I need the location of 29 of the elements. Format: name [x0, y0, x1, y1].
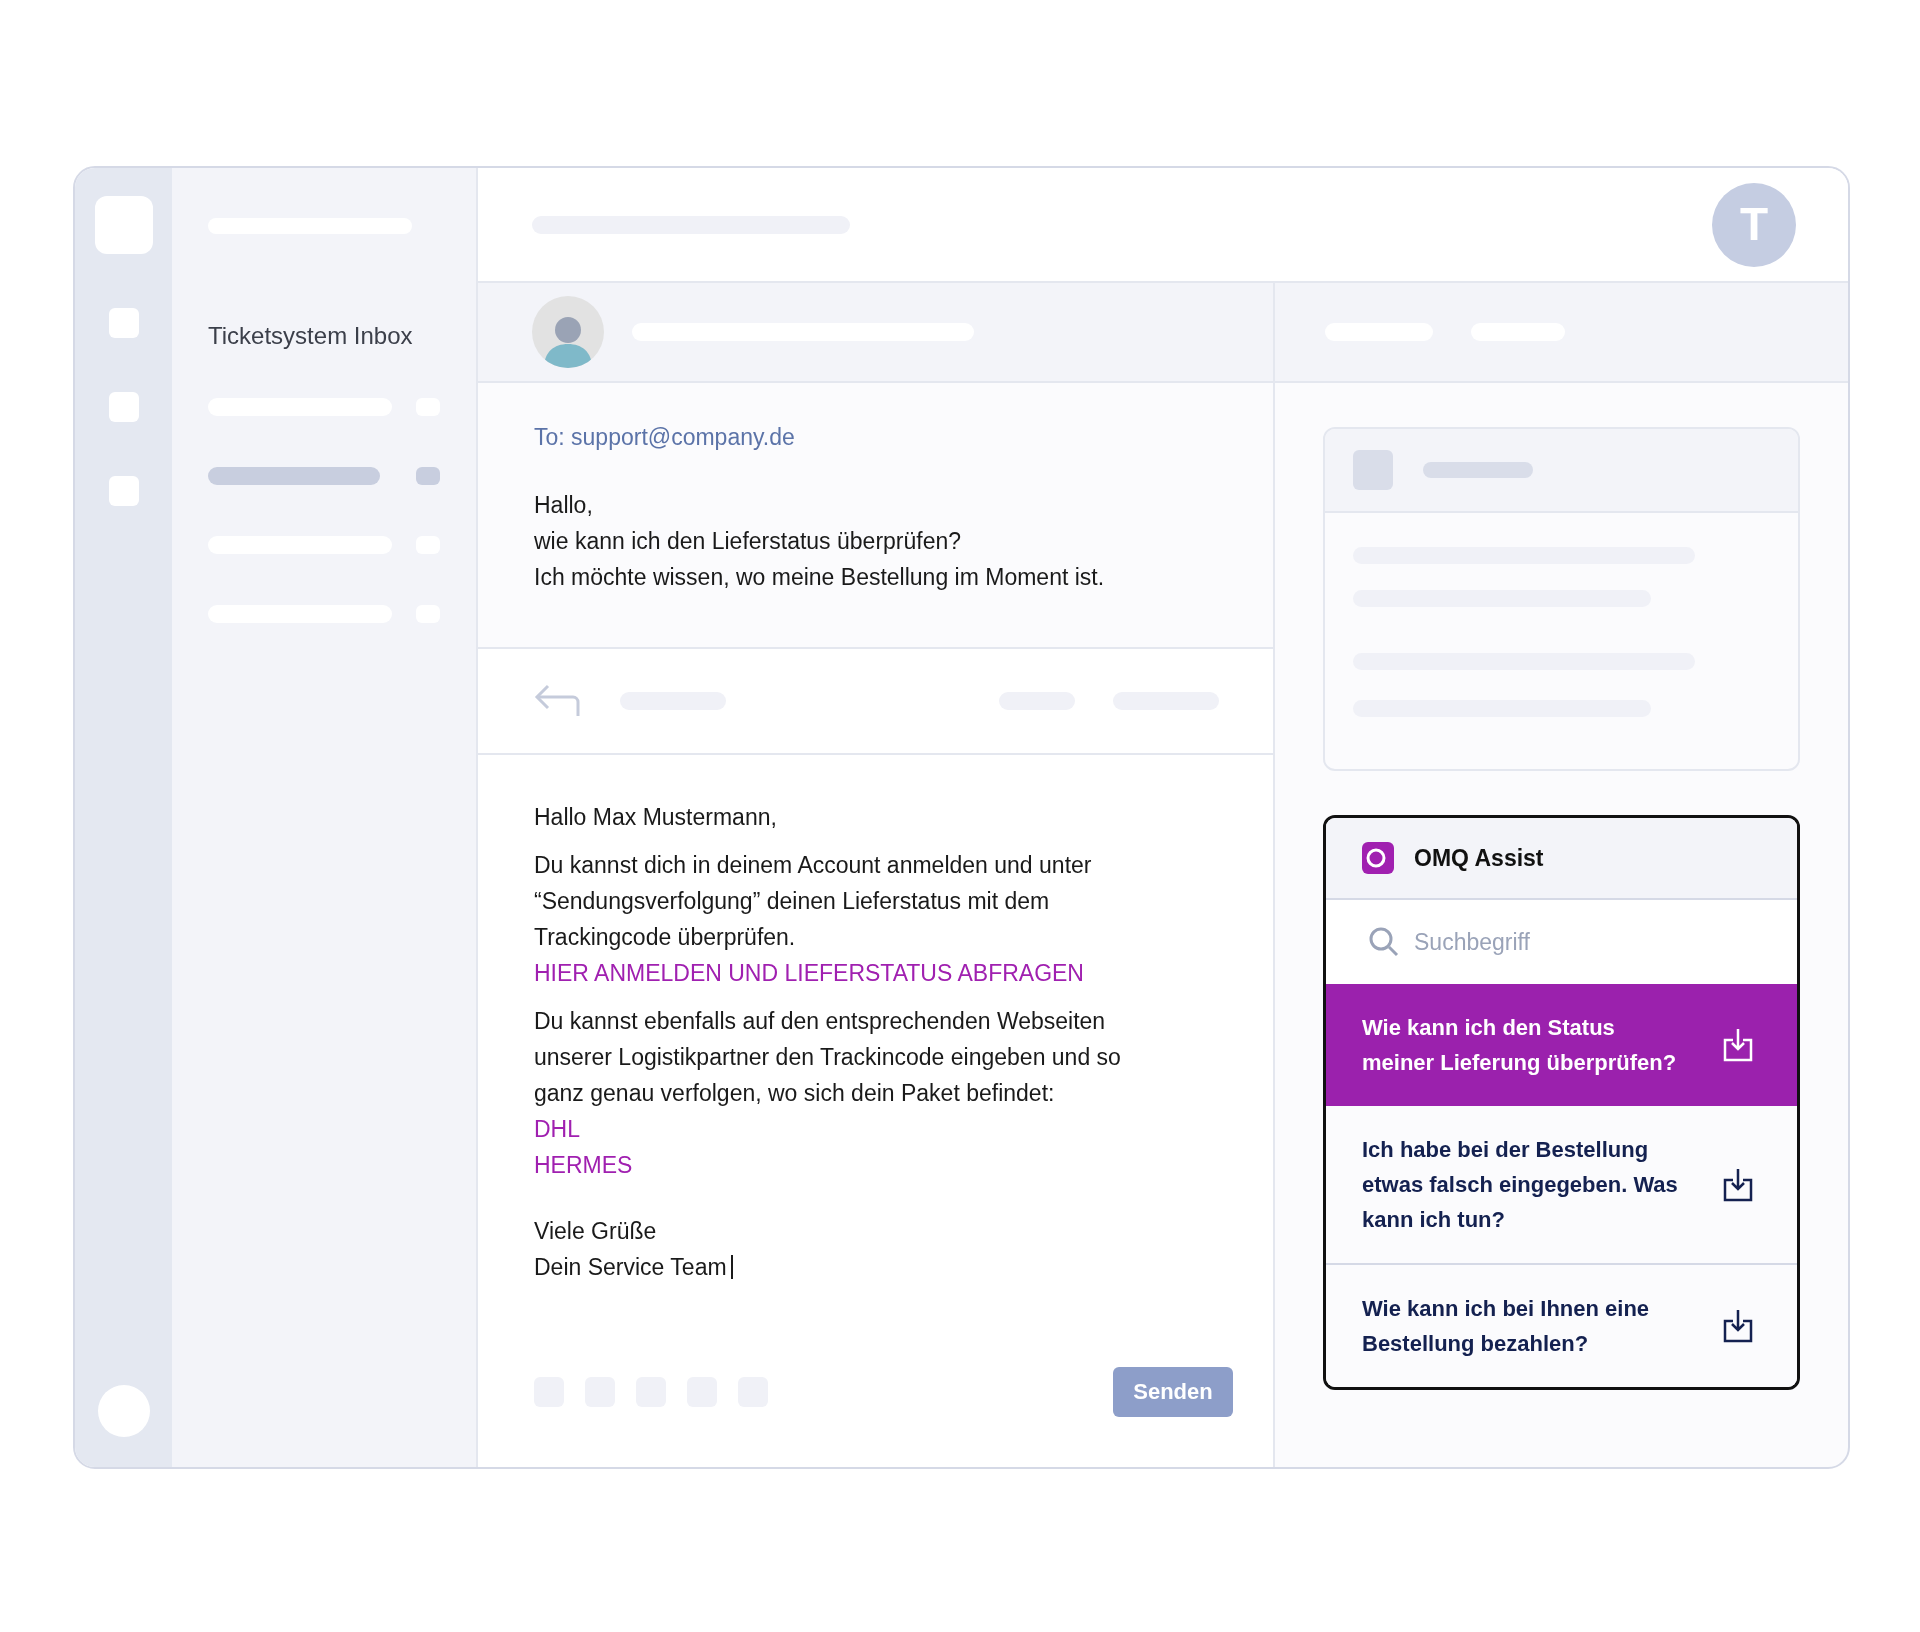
recipient-address: To: support@company.de: [534, 423, 795, 452]
sidebar-title: Ticketsystem Inbox: [208, 321, 414, 351]
reply-paragraph: Du kannst ebenfalls auf den entsprechenden Webseiten unserer Logistikpartner den Trackincode eingeben und so ganz genau verfolgen, wo sich dein Paket befindet: DHL HERMES: [534, 1007, 1121, 1180]
nav-icon[interactable]: [108, 308, 139, 338]
suggestion-text: Ich habe bei der Bestellung etwas falsch eingegeben. Was kann ich tun?: [1362, 1136, 1679, 1234]
reply-link[interactable]: HERMES: [534, 1152, 633, 1178]
inbox-item[interactable]: [208, 467, 440, 485]
reply-icon[interactable]: [534, 684, 580, 718]
suggestion-item[interactable]: Wie kann ich den Status meiner Lieferung überprüfen?: [1326, 984, 1797, 1106]
reply-link[interactable]: HIER ANMELDEN UND LIEFERSTATUS ABFRAGEN: [534, 960, 1084, 986]
reply-link[interactable]: DHL: [534, 1116, 580, 1142]
card-icon: [1353, 450, 1393, 490]
nav-icon[interactable]: [108, 476, 139, 506]
suggestion-text: Wie kann ich den Status meiner Lieferung überprüfen?: [1362, 1014, 1678, 1077]
assist-title: OMQ Assist: [1414, 843, 1544, 873]
download-icon[interactable]: [1723, 1028, 1753, 1062]
reply-paragraph: Du kannst dich in deinem Account anmelden und unter “Sendungsverfolgung” deinen Lieferstatus mit dem Trackingcode überprüfen. HIER ANMELDEN UND LIEFERSTATUS ABFRAGEN: [534, 851, 1092, 988]
search-icon: [1368, 926, 1400, 958]
text-cursor: [730, 1255, 733, 1279]
nav-icon[interactable]: [108, 392, 139, 422]
download-icon[interactable]: [1723, 1309, 1753, 1343]
reply-paragraph: Hallo Max Mustermann,: [534, 803, 777, 832]
assist-logo-icon: [1362, 842, 1396, 874]
suggestion-text: Wie kann ich bei Ihnen eine Bestellung bezahlen?: [1362, 1295, 1651, 1358]
message-body: Hallo, wie kann ich den Lieferstatus überprüfen? Ich möchte wissen, wo meine Bestellung im Moment ist.: [534, 491, 1105, 592]
suggestion-item[interactable]: Wie kann ich bei Ihnen eine Bestellung bezahlen?: [1326, 1263, 1797, 1387]
download-icon[interactable]: [1723, 1167, 1753, 1202]
reply-paragraph: Viele Grüße Dein Service Team: [534, 1213, 733, 1285]
app-logo-tile: [94, 196, 153, 254]
